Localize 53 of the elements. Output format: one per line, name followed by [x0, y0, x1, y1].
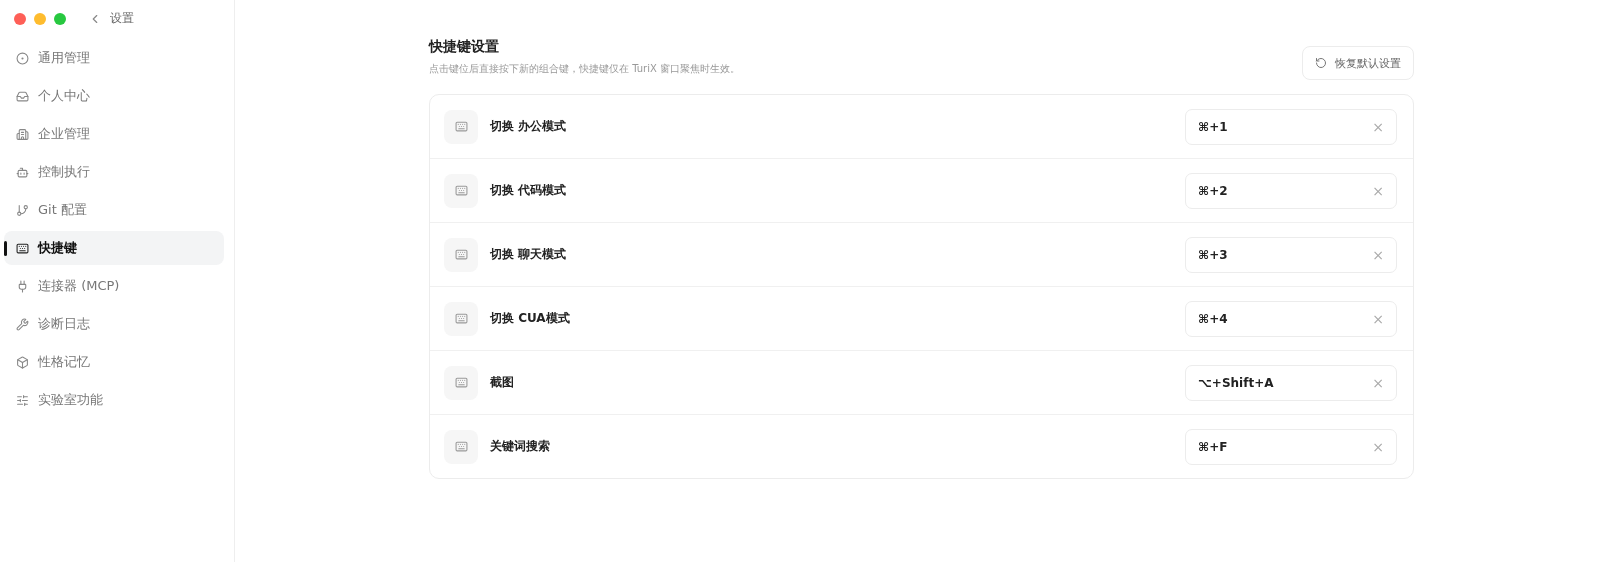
- shortcut-field[interactable]: ⌥+Shift+A ×: [1185, 364, 1397, 401]
- page-title: 快捷键设置: [429, 38, 500, 56]
- shortcut-field[interactable]: ⌘+1 ×: [1185, 108, 1397, 145]
- sidebar-item[interactable]: 实验室功能: [4, 383, 224, 417]
- sidebar-item[interactable]: 通用管理: [4, 41, 224, 75]
- sidebar-item[interactable]: Git 配置: [4, 193, 224, 227]
- keyboard-icon: [444, 237, 478, 272]
- close-window-button[interactable]: [14, 12, 26, 25]
- keyboard-icon: [444, 365, 478, 400]
- reset-icon: [1315, 57, 1327, 69]
- wrench-icon: [16, 317, 29, 331]
- clear-button[interactable]: ×: [1372, 374, 1384, 391]
- sidebar-item[interactable]: 诊断日志: [4, 307, 224, 341]
- shortcut-label: 截图: [490, 374, 515, 391]
- shortcut-label: 关键词搜索: [490, 438, 551, 455]
- branch-icon: [16, 203, 29, 217]
- shortcut-label: 切换 CUA模式: [490, 310, 571, 327]
- clear-button[interactable]: ×: [1372, 438, 1384, 455]
- clear-button[interactable]: ×: [1372, 310, 1384, 327]
- shortcut-field[interactable]: ⌘+3 ×: [1185, 236, 1397, 273]
- sliders-icon: [16, 393, 29, 407]
- keyboard-icon: [444, 429, 478, 464]
- page-description: 点击键位后直接按下新的组合键，快捷键仅在 TuriX 窗口聚焦时生效。: [429, 62, 741, 76]
- sidebar-item[interactable]: 个人中心: [4, 79, 224, 113]
- active-indicator: [4, 241, 7, 256]
- sidebar-item[interactable]: 快捷键: [4, 231, 224, 265]
- keyboard-icon: [444, 109, 478, 144]
- robot-icon: [16, 165, 29, 179]
- target-icon: [16, 51, 29, 65]
- shortcut-label: 切换 办公模式: [490, 118, 568, 135]
- shortcut-field[interactable]: ⌘+F ×: [1185, 428, 1397, 465]
- minimize-window-button[interactable]: [34, 12, 46, 25]
- building-icon: [16, 127, 29, 141]
- window-title: 设置: [110, 10, 134, 27]
- shortcut-field[interactable]: ⌘+4 ×: [1185, 300, 1397, 337]
- keyboard-icon: [444, 173, 478, 208]
- inbox-icon: [16, 89, 29, 103]
- clear-button[interactable]: ×: [1372, 182, 1384, 199]
- sidebar-item[interactable]: 性格记忆: [4, 345, 224, 379]
- keyboard-icon: [444, 301, 478, 336]
- maximize-window-button[interactable]: [54, 12, 66, 25]
- shortcut-field[interactable]: ⌘+2 ×: [1185, 172, 1397, 209]
- sidebar-item[interactable]: 控制执行: [4, 155, 224, 189]
- sidebar-item[interactable]: 企业管理: [4, 117, 224, 151]
- reset-button[interactable]: 恢复默认设置: [1302, 46, 1414, 80]
- shortcut-label: 切换 代码模式: [490, 182, 568, 199]
- shortcut-label: 切换 聊天模式: [490, 246, 568, 263]
- cube-icon: [16, 355, 29, 369]
- clear-button[interactable]: ×: [1372, 246, 1384, 263]
- clear-button[interactable]: ×: [1372, 118, 1384, 135]
- sidebar-item[interactable]: 连接器 (MCP): [4, 269, 224, 303]
- plug-icon: [16, 279, 29, 293]
- keyboard-icon: [16, 241, 29, 255]
